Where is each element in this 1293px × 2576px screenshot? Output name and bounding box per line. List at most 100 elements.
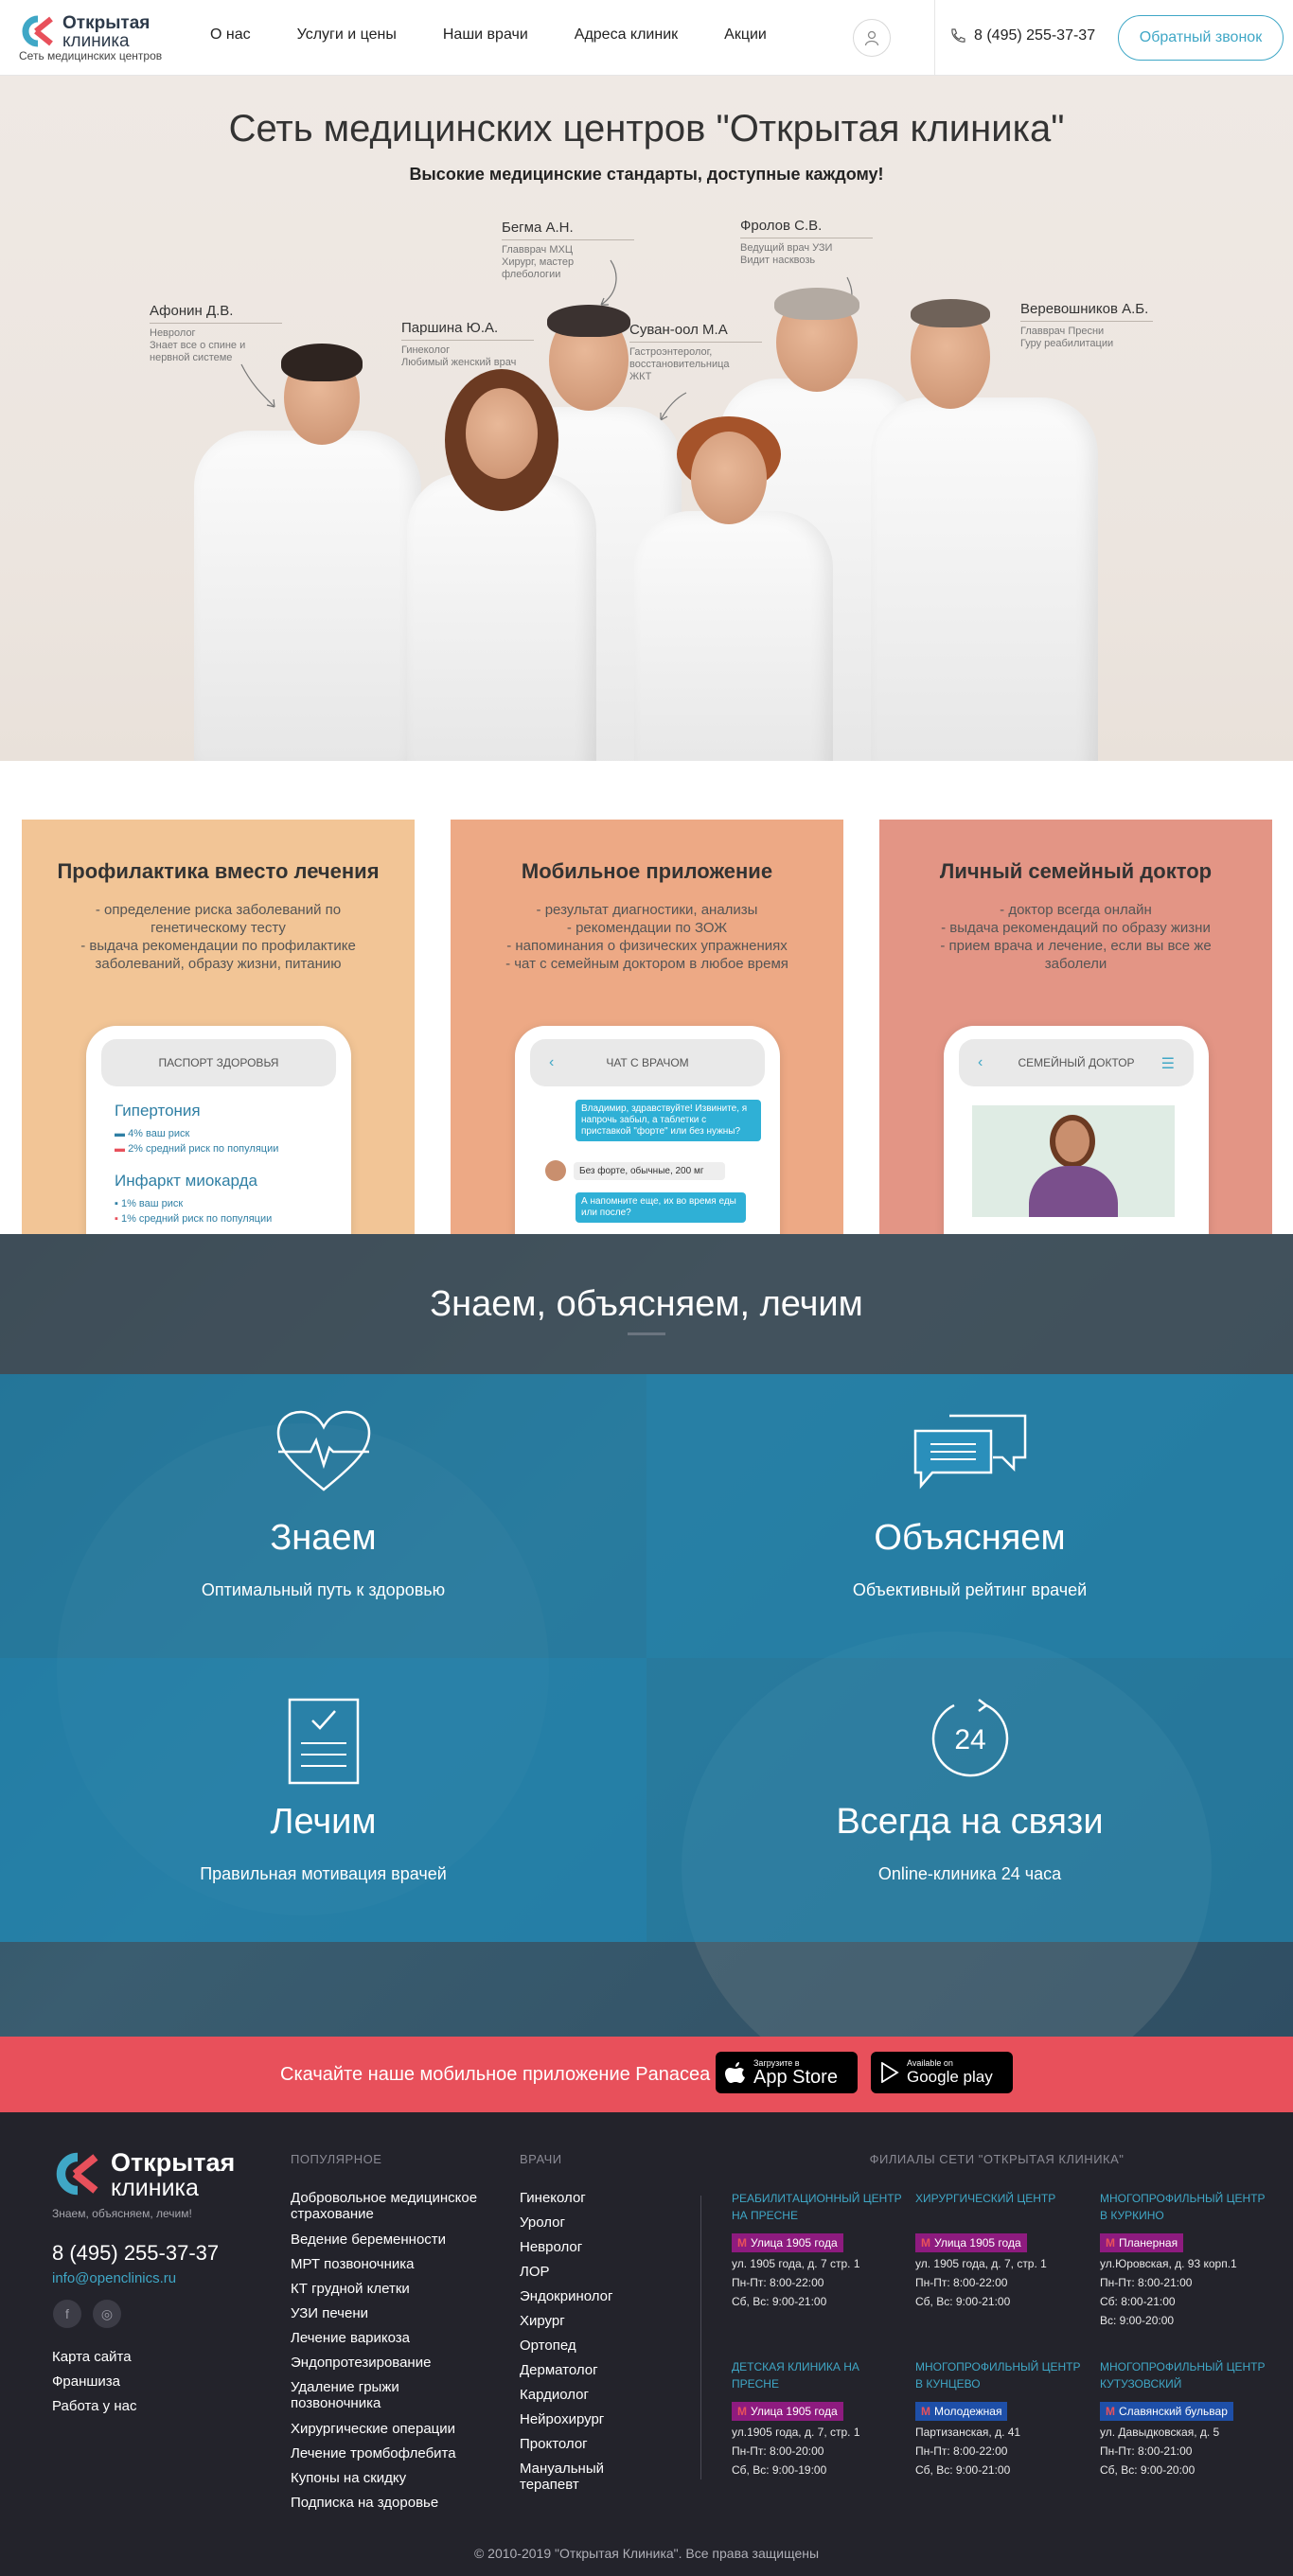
doctor-photo-verevoshnikov <box>852 293 1098 761</box>
chat-bubbles-icon <box>913 1414 1026 1490</box>
footer-doctor-link[interactable]: Мануальный терапевт <box>520 2461 624 2493</box>
back-icon: ‹ <box>978 1054 983 1070</box>
doctor-label-frolov: Фролов С.В. Ведущий врач УЗИ Видит наскв… <box>740 218 873 267</box>
app-store-label: App Store <box>753 2067 838 2088</box>
branch-address: ул. Давыдковская, д. 5 <box>1100 2426 1220 2439</box>
footer-doctor-link[interactable]: Кардиолог <box>520 2387 589 2403</box>
phone-header: ‹ СЕМЕЙНЫЙ ДОКТОР ☰ <box>959 1039 1194 1086</box>
card-prevention[interactable]: Профилактика вместо лечения - определени… <box>22 820 415 1234</box>
metro-station: Улица 1905 года <box>934 2236 1021 2250</box>
card-line: - выдача рекомендаций по образу жизни <box>941 920 1211 936</box>
feature-title: Знаем <box>270 1518 377 1558</box>
metro-badge: M Молодежная <box>915 2402 1008 2421</box>
metro-icon: M <box>737 2405 747 2418</box>
chat-message-user: А напомните еще, их во время еды или пос… <box>576 1192 746 1223</box>
nav-about[interactable]: О нас <box>210 26 251 44</box>
phone-header: ‹ ЧАТ С ВРАЧОМ <box>530 1039 765 1086</box>
feature-treat: Лечим Правильная мотивация врачей <box>0 1658 646 1942</box>
risk-value: ▪ 1% средний риск по популяции <box>115 1213 273 1225</box>
card-line: - выдача рекомендации по профилактике <box>80 938 356 954</box>
branch-hours: Пн-Пт: 8:00-22:00 <box>732 2276 824 2289</box>
footer-doctor-link[interactable]: ЛОР <box>520 2264 550 2280</box>
card-line: - напоминания о физических упражнениях <box>506 938 788 954</box>
branch-hours: Сб, Вс: 9:00-20:00 <box>1100 2463 1196 2477</box>
branch-hours: Пн-Пт: 8:00-22:00 <box>915 2276 1008 2289</box>
footer-doctor-link[interactable]: Проктолог <box>520 2436 588 2452</box>
phone-mockup: ПАСПОРТ ЗДОРОВЬЯ Гипертония ▬ 4% ваш рис… <box>86 1026 351 1234</box>
footer-popular-link[interactable]: Добровольное медицинское страхование <box>291 2190 480 2222</box>
footer-popular-title: ПОПУЛЯРНОЕ <box>291 2152 382 2166</box>
account-button[interactable] <box>853 19 891 57</box>
doctor-avatar <box>545 1160 566 1181</box>
facebook-icon[interactable]: f <box>53 2300 81 2328</box>
footer-popular-link[interactable]: УЗИ печени <box>291 2305 368 2321</box>
branch-name[interactable]: МНОГОПРОФИЛЬНЫЙ ЦЕНТР В КУНЦЕВО <box>915 2358 1090 2392</box>
footer-popular-link[interactable]: МРТ позвоночника <box>291 2256 414 2272</box>
metro-station: Славянский бульвар <box>1119 2405 1228 2418</box>
app-store-button[interactable]: Загрузите в App Store <box>716 2052 858 2093</box>
nav-doctors[interactable]: Наши врачи <box>443 26 528 44</box>
branch-name[interactable]: ДЕТСКАЯ КЛИНИКА НА ПРЕСНЕ <box>732 2358 907 2392</box>
phone-header-label: СЕМЕЙНЫЙ ДОКТОР <box>1018 1056 1135 1069</box>
nav-promotions[interactable]: Акции <box>724 26 767 44</box>
footer-popular-link[interactable]: Лечение тромбофлебита <box>291 2445 456 2461</box>
footer-email[interactable]: info@openclinics.ru <box>52 2270 176 2286</box>
footer-phone[interactable]: 8 (495) 255-37-37 <box>52 2241 219 2266</box>
branch-name[interactable]: МНОГОПРОФИЛЬНЫЙ ЦЕНТР В КУРКИНО <box>1100 2190 1270 2224</box>
footer-doctors-title: ВРАЧИ <box>520 2152 562 2166</box>
logo[interactable]: Открытая клиника Сеть медицинских центро… <box>19 11 170 64</box>
footer-doctor-link[interactable]: Гинеколог <box>520 2190 586 2206</box>
branch-info: ул.1905 года, д. 7, стр. 1 Пн-Пт: 8:00-2… <box>732 2423 912 2479</box>
metro-icon: M <box>921 2405 930 2418</box>
google-play-button[interactable]: Available on Google play <box>871 2052 1013 2093</box>
feature-subtitle: Online-клиника 24 часа <box>877 1864 1062 1883</box>
footer-doctor-link[interactable]: Ортопед <box>520 2338 576 2354</box>
footer-doctor-link[interactable]: Эндокринолог <box>520 2288 612 2304</box>
metro-icon: M <box>1106 2405 1115 2418</box>
metro-badge: M Планерная <box>1100 2233 1184 2252</box>
footer-doctor-link[interactable]: Хирург <box>520 2313 565 2329</box>
footer-link-careers[interactable]: Работа у нас <box>52 2398 136 2414</box>
branch-info: ул. 1905 года, д. 7 стр. 1 Пн-Пт: 8:00-2… <box>732 2254 912 2311</box>
instagram-icon[interactable]: ◎ <box>93 2300 121 2328</box>
footer-link-franchise[interactable]: Франшиза <box>52 2373 120 2390</box>
footer-popular-link[interactable]: Эндопротезирование <box>291 2355 431 2371</box>
card-family-doctor[interactable]: Личный семейный доктор - доктор всегда о… <box>879 820 1272 1234</box>
user-icon <box>864 30 879 46</box>
footer-doctor-link[interactable]: Дерматолог <box>520 2362 598 2378</box>
footer-doctor-link[interactable]: Нейрохирург <box>520 2411 604 2427</box>
main-nav: О нас Услуги и цены Наши врачи Адреса кл… <box>210 26 813 44</box>
footer-popular-link[interactable]: КТ грудной клетки <box>291 2281 410 2297</box>
footer-logo-bold: Открытая <box>111 2148 236 2177</box>
nav-addresses[interactable]: Адреса клиник <box>575 26 678 44</box>
footer-link-sitemap[interactable]: Карта сайта <box>52 2349 132 2365</box>
branch-name[interactable]: МНОГОПРОФИЛЬНЫЙ ЦЕНТР КУТУЗОВСКИЙ <box>1100 2358 1270 2392</box>
google-play-label: Google play <box>907 2068 993 2086</box>
branch-name[interactable]: РЕАБИЛИТАЦИОННЫЙ ЦЕНТР НА ПРЕСНЕ <box>732 2190 907 2224</box>
risk-value: ▬ 2% средний риск по популяции <box>115 1143 279 1155</box>
branch-info: ул.Юровская, д. 93 корп.1 Пн-Пт: 8:00-21… <box>1100 2254 1280 2330</box>
branch-hours: Сб, Вс: 9:00-21:00 <box>915 2295 1011 2308</box>
footer-doctor-link[interactable]: Невролог <box>520 2239 582 2255</box>
hero-title: Сеть медицинских центров "Открытая клини… <box>228 108 1065 150</box>
callback-button[interactable]: Обратный звонок <box>1118 15 1284 61</box>
footer-popular-link[interactable]: Купоны на скидку <box>291 2470 406 2486</box>
footer-popular-link[interactable]: Ведение беременности <box>291 2232 446 2248</box>
footer-doctor-link[interactable]: Уролог <box>520 2214 565 2231</box>
metro-icon: M <box>921 2236 930 2250</box>
title-underline <box>628 1332 665 1335</box>
site-header: Открытая клиника Сеть медицинских центро… <box>0 0 1293 76</box>
footer-popular-link[interactable]: Удаление грыжи позвоночника <box>291 2379 442 2411</box>
footer-popular-link[interactable]: Лечение варикоза <box>291 2330 410 2346</box>
feature-title: Всегда на связи <box>836 1802 1104 1842</box>
header-phone[interactable]: 8 (495) 255-37-37 <box>949 27 1095 44</box>
branch-name[interactable]: ХИРУРГИЧЕСКИЙ ЦЕНТР <box>915 2190 1090 2207</box>
nav-services[interactable]: Услуги и цены <box>297 26 397 44</box>
footer-popular-link[interactable]: Хирургические операции <box>291 2421 455 2437</box>
logo-mark-icon <box>22 15 53 47</box>
services-cards: Профилактика вместо лечения - определени… <box>0 761 1293 1234</box>
card-mobile-app[interactable]: Мобильное приложение - результат диагнос… <box>451 820 843 1234</box>
footer-popular-link[interactable]: Подписка на здоровье <box>291 2495 438 2511</box>
branch-hours: Сб, Вс: 9:00-21:00 <box>732 2295 827 2308</box>
feature-title: Объясняем <box>874 1518 1066 1558</box>
